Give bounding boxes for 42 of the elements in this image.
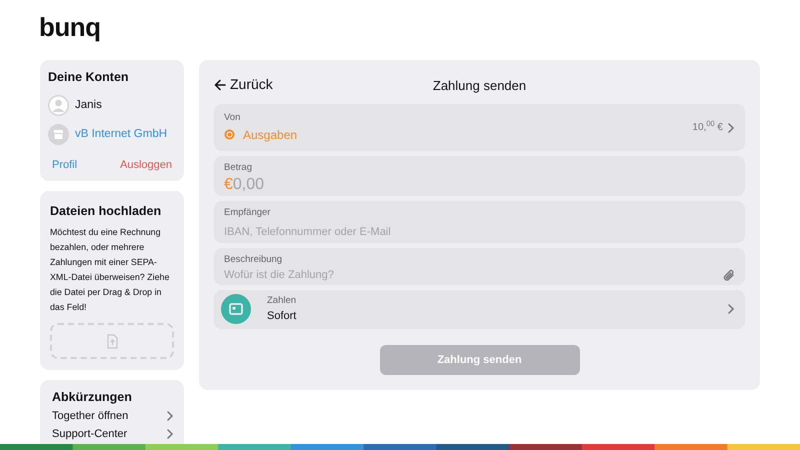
shortcut-link[interactable]: Support-Center <box>52 424 174 443</box>
profile-link[interactable]: Profil <box>52 156 78 174</box>
field-label: Betrag <box>224 161 253 175</box>
drop-zone[interactable] <box>50 323 174 359</box>
logout-link[interactable]: Ausloggen <box>120 156 172 174</box>
schedule-selector[interactable]: Zahlen Sofort <box>214 290 745 329</box>
chevron-right-icon <box>166 428 174 439</box>
account-name: Janis <box>75 98 102 113</box>
currency-symbol: € <box>224 176 233 194</box>
description-input[interactable]: Wofür ist die Zahlung? <box>224 267 723 284</box>
logo[interactable]: bunq <box>39 12 101 44</box>
upload-description: Möchtest du eine Rechnung bezahlen, oder mehrere Zahlungen mit einer SEPA-XML-Datei überweisen? Ziehe die Datei per Drag & Drop in das Feld! <box>50 226 170 314</box>
account-balance: 10,$^{00}$ € <box>692 120 723 135</box>
avatar-icon <box>48 94 69 116</box>
card-title: Abkürzungen <box>52 389 133 406</box>
paperclip-icon <box>723 269 735 282</box>
account-name: Ausgaben <box>243 126 298 144</box>
chevron-right-icon <box>727 304 735 314</box>
field-label: Zahlen <box>267 294 298 308</box>
shortcut-link[interactable]: Together öffnen <box>52 406 174 425</box>
field-label: Von <box>224 111 242 126</box>
schedule-value: Sofort <box>267 309 298 324</box>
target-icon <box>224 129 235 140</box>
store-icon <box>48 124 69 145</box>
card-title: Deine Konten <box>48 69 130 86</box>
description-field[interactable]: Beschreibung Wofür ist die Zahlung? <box>214 248 745 285</box>
arrow-left-icon <box>214 78 226 90</box>
amount-field[interactable]: Betrag €0,00 <box>214 156 745 196</box>
recipient-field[interactable]: Empfänger IBAN, Telefonnummer oder E-Mail <box>214 201 745 243</box>
calendar-icon <box>221 294 251 324</box>
account-selector[interactable]: Von Ausgaben 10,$^{00}$ € <box>214 104 745 151</box>
field-label: Empfänger <box>224 206 272 220</box>
amount-value: 0,00 <box>232 176 264 194</box>
file-upload-icon <box>106 334 118 348</box>
account-link[interactable]: vB Internet GmbH <box>75 126 168 143</box>
page-title: Zahlung senden <box>432 77 526 95</box>
recipient-input[interactable]: IBAN, Telefonnummer oder E-Mail <box>224 224 735 241</box>
back-button[interactable]: Zurück <box>214 74 273 95</box>
card-title: Dateien hochladen <box>50 203 162 220</box>
field-label: Beschreibung <box>224 253 284 267</box>
chevron-right-icon <box>727 122 735 132</box>
chevron-right-icon <box>166 410 174 421</box>
